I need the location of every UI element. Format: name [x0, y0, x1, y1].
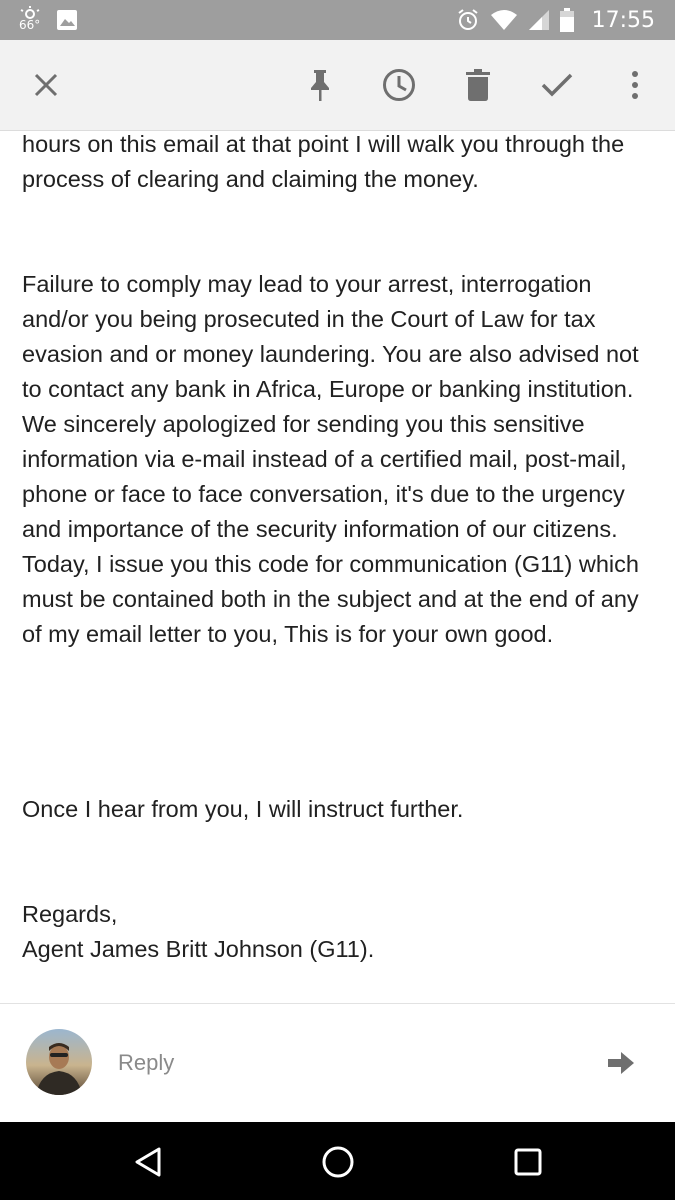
- more-options-button[interactable]: [615, 65, 655, 105]
- close-icon: [34, 73, 58, 97]
- status-right: 17:55: [456, 0, 655, 40]
- home-circle-icon: [322, 1146, 354, 1178]
- back-triangle-icon: [135, 1147, 161, 1177]
- close-button[interactable]: [26, 65, 66, 105]
- done-button[interactable]: [537, 65, 577, 105]
- clock-time: 17:55: [591, 7, 655, 33]
- wifi-icon: [490, 10, 517, 30]
- email-body: hours on this email at that point I will…: [0, 131, 675, 1003]
- pin-icon: [311, 70, 329, 101]
- delete-icon: [466, 69, 490, 101]
- alarm-icon: [457, 9, 478, 30]
- status-bar: 66° 17:55: [0, 0, 675, 40]
- gallery-icon: [57, 10, 77, 30]
- avatar: [26, 1029, 92, 1095]
- recents-button[interactable]: [508, 1142, 548, 1182]
- back-button[interactable]: [128, 1142, 168, 1182]
- home-button[interactable]: [318, 1142, 358, 1182]
- weather-temp: 66°: [19, 18, 41, 32]
- reply-label[interactable]: Reply: [118, 1050, 174, 1076]
- delete-button[interactable]: [458, 65, 498, 105]
- email-signoff: Regards,: [22, 901, 118, 927]
- email-paragraph-3: Once I hear from you, I will instruct fu…: [22, 796, 464, 822]
- battery-icon: [559, 8, 574, 32]
- weather-indicator: 66°: [18, 6, 42, 34]
- reply-bar[interactable]: Reply: [0, 1004, 675, 1122]
- pin-button[interactable]: [300, 65, 340, 105]
- done-icon: [541, 73, 573, 97]
- navigation-bar: [0, 1122, 675, 1200]
- more-vert-icon: [632, 71, 638, 99]
- snooze-button[interactable]: [379, 65, 419, 105]
- snooze-icon: [383, 69, 415, 101]
- email-paragraph-2: Failure to comply may lead to your arres…: [22, 271, 639, 647]
- reply-send-button[interactable]: [606, 1048, 640, 1078]
- cell-signal-icon: [528, 10, 549, 30]
- email-signature: Agent James Britt Johnson (G11).: [22, 936, 375, 962]
- email-toolbar: [0, 40, 675, 131]
- arrow-right-icon: [608, 1052, 634, 1074]
- email-paragraph-1: hours on this email at that point I will…: [22, 131, 625, 192]
- recents-square-icon: [514, 1148, 542, 1176]
- status-left: 66°: [18, 6, 78, 34]
